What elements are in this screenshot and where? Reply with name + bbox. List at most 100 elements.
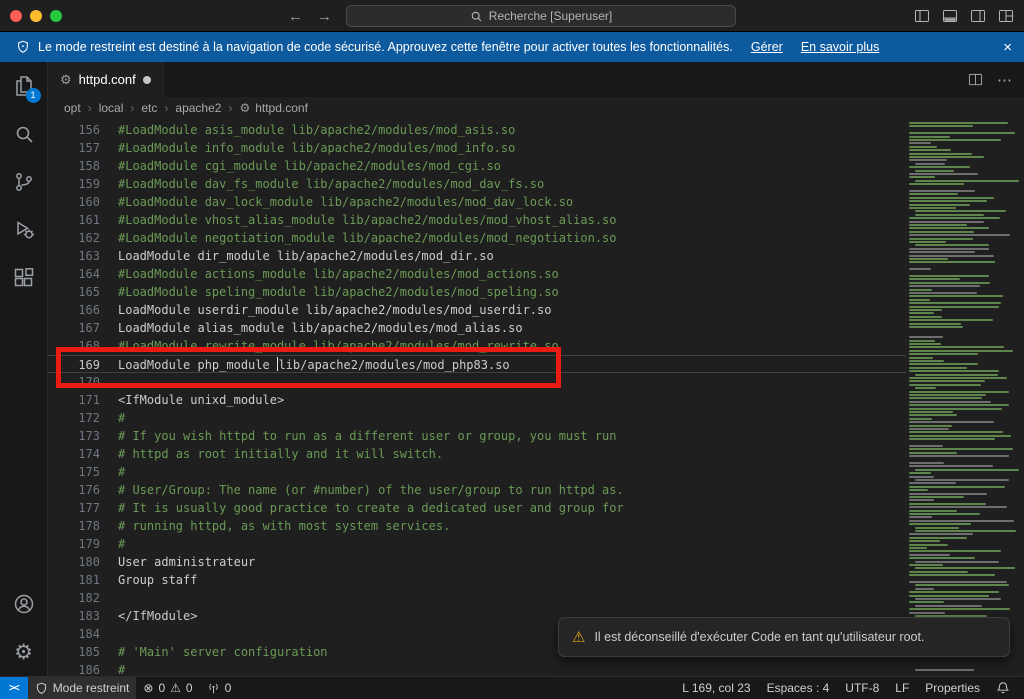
editor[interactable]: 155#LoadModule autoindex_module lib/apac… [48, 119, 1024, 676]
minimap-line [909, 540, 940, 542]
code-line-160[interactable]: 160#LoadModule dav_lock_module lib/apach… [48, 193, 906, 211]
minimap-line [909, 612, 945, 614]
sidebar-item-extensions[interactable] [0, 254, 48, 302]
code-line-179[interactable]: 179# [48, 535, 906, 553]
code-line-176[interactable]: 176# User/Group: The name (or #number) o… [48, 481, 906, 499]
breadcrumb-item-local[interactable]: local [99, 101, 124, 115]
breadcrumb-item-opt[interactable]: opt [64, 101, 81, 115]
modified-indicator[interactable] [143, 76, 151, 84]
radio-tower-icon [207, 682, 220, 695]
code-line-171[interactable]: 171<IfModule unixd_module> [48, 391, 906, 409]
toggle-secondary-sidebar-icon[interactable] [970, 8, 986, 24]
tab-httpd-conf[interactable]: ⚙ httpd.conf [48, 62, 164, 97]
minimap-line [915, 387, 936, 389]
more-actions-icon[interactable]: ⋯ [997, 71, 1012, 89]
settings-gear-icon[interactable]: ⚙ [0, 628, 48, 676]
minimap-line [909, 204, 970, 206]
ports-status[interactable]: 0 [200, 677, 239, 699]
go-back-button[interactable]: ← [288, 8, 303, 25]
customize-layout-icon[interactable] [998, 8, 1014, 24]
code-line-173[interactable]: 173# If you wish httpd to run as a diffe… [48, 427, 906, 445]
cursor-position-status[interactable]: L 169, col 23 [674, 677, 758, 699]
line-number: 174 [48, 445, 100, 463]
minimap-line [909, 139, 1001, 141]
encoding-status[interactable]: UTF-8 [837, 677, 887, 699]
breadcrumb-item-httpd.conf[interactable]: httpd.conf [255, 101, 308, 115]
sidebar-item-search[interactable] [0, 110, 48, 158]
go-forward-button[interactable]: → [317, 8, 332, 25]
minimap-line [909, 476, 934, 478]
indentation-status[interactable]: Espaces : 4 [759, 677, 838, 699]
language-mode-status[interactable]: Properties [917, 677, 988, 699]
line-text: #LoadModule speling_module lib/apache2/m… [100, 283, 559, 301]
eol-status[interactable]: LF [887, 677, 917, 699]
problems-status[interactable]: ⊗ 0 ⚠ 0 [136, 677, 199, 699]
line-text: #LoadModule dav_fs_module lib/apache2/mo… [100, 175, 544, 193]
minimap-line [909, 353, 978, 355]
notification-toast[interactable]: ⚠ Il est déconseillé d'exécuter Code en … [558, 617, 1010, 657]
sidebar-item-explorer[interactable]: 1 [0, 62, 48, 110]
line-number: 173 [48, 427, 100, 445]
zoom-window-button[interactable] [50, 10, 62, 22]
restricted-mode-label: Mode restreint [53, 681, 130, 695]
minimap-line [909, 489, 928, 491]
command-center-search[interactable]: Recherche [Superuser] [346, 5, 736, 27]
code-line-181[interactable]: 181Group staff [48, 571, 906, 589]
line-text: #LoadModule actions_module lib/apache2/m… [100, 265, 559, 283]
minimap-line [909, 571, 968, 573]
code-line-168[interactable]: 168#LoadModule rewrite_module lib/apache… [48, 337, 906, 355]
code-line-158[interactable]: 158#LoadModule cgi_module lib/apache2/mo… [48, 157, 906, 175]
minimap[interactable] [906, 119, 1020, 676]
code-line-180[interactable]: 180User administrateur [48, 553, 906, 571]
banner-close-icon[interactable]: × [1003, 39, 1012, 56]
close-window-button[interactable] [10, 10, 22, 22]
code-line-178[interactable]: 178# running httpd, as with most system … [48, 517, 906, 535]
code-line-156[interactable]: 156#LoadModule asis_module lib/apache2/m… [48, 121, 906, 139]
code-line-159[interactable]: 159#LoadModule dav_fs_module lib/apache2… [48, 175, 906, 193]
line-number: 186 [48, 661, 100, 676]
code-line-164[interactable]: 164#LoadModule actions_module lib/apache… [48, 265, 906, 283]
code-line-162[interactable]: 162#LoadModule negotiation_module lib/ap… [48, 229, 906, 247]
code-line-175[interactable]: 175# [48, 463, 906, 481]
sidebar-item-source-control[interactable] [0, 158, 48, 206]
learn-more-link[interactable]: En savoir plus [801, 40, 880, 54]
breadcrumb-item-etc[interactable]: etc [141, 101, 157, 115]
code-line-186[interactable]: 186# [48, 661, 906, 676]
code-line-170[interactable]: 170 [48, 373, 906, 391]
toggle-primary-sidebar-icon[interactable] [914, 8, 930, 24]
code-line-172[interactable]: 172# [48, 409, 906, 427]
code-line-161[interactable]: 161#LoadModule vhost_alias_module lib/ap… [48, 211, 906, 229]
minimap-line [915, 561, 999, 563]
code-line-165[interactable]: 165#LoadModule speling_module lib/apache… [48, 283, 906, 301]
minimap-line [909, 258, 948, 260]
line-number: 175 [48, 463, 100, 481]
window-controls [10, 10, 62, 22]
remote-indicator[interactable]: >< [0, 677, 28, 699]
line-text: # User/Group: The name (or #number) of t… [100, 481, 624, 499]
split-editor-icon[interactable] [968, 72, 983, 87]
sidebar-item-run-debug[interactable] [0, 206, 48, 254]
breadcrumb-item-apache2[interactable]: apache2 [175, 101, 221, 115]
account-icon[interactable] [0, 580, 48, 628]
notification-message: Il est déconseillé d'exécuter Code en ta… [594, 630, 924, 644]
code-line-167[interactable]: 167LoadModule alias_module lib/apache2/m… [48, 319, 906, 337]
minimap-line [909, 431, 1003, 433]
minimap-line [909, 404, 1009, 406]
restricted-mode-status[interactable]: Mode restreint [28, 677, 137, 699]
code-line-174[interactable]: 174# httpd as root initially and it will… [48, 445, 906, 463]
code-line-163[interactable]: 163LoadModule dir_module lib/apache2/mod… [48, 247, 906, 265]
line-number: 183 [48, 607, 100, 625]
notifications-bell-icon[interactable] [988, 677, 1018, 699]
minimap-line [909, 408, 1002, 410]
code-line-169[interactable]: 169LoadModule php_module lib/apache2/mod… [48, 355, 906, 373]
toggle-panel-icon[interactable] [942, 8, 958, 24]
minimize-window-button[interactable] [30, 10, 42, 22]
line-text [100, 589, 118, 607]
minimap-line [909, 319, 993, 321]
line-text: </IfModule> [100, 607, 197, 625]
code-line-177[interactable]: 177# It is usually good practice to crea… [48, 499, 906, 517]
code-line-157[interactable]: 157#LoadModule info_module lib/apache2/m… [48, 139, 906, 157]
code-line-166[interactable]: 166LoadModule userdir_module lib/apache2… [48, 301, 906, 319]
code-line-182[interactable]: 182 [48, 589, 906, 607]
manage-link[interactable]: Gérer [751, 40, 783, 54]
